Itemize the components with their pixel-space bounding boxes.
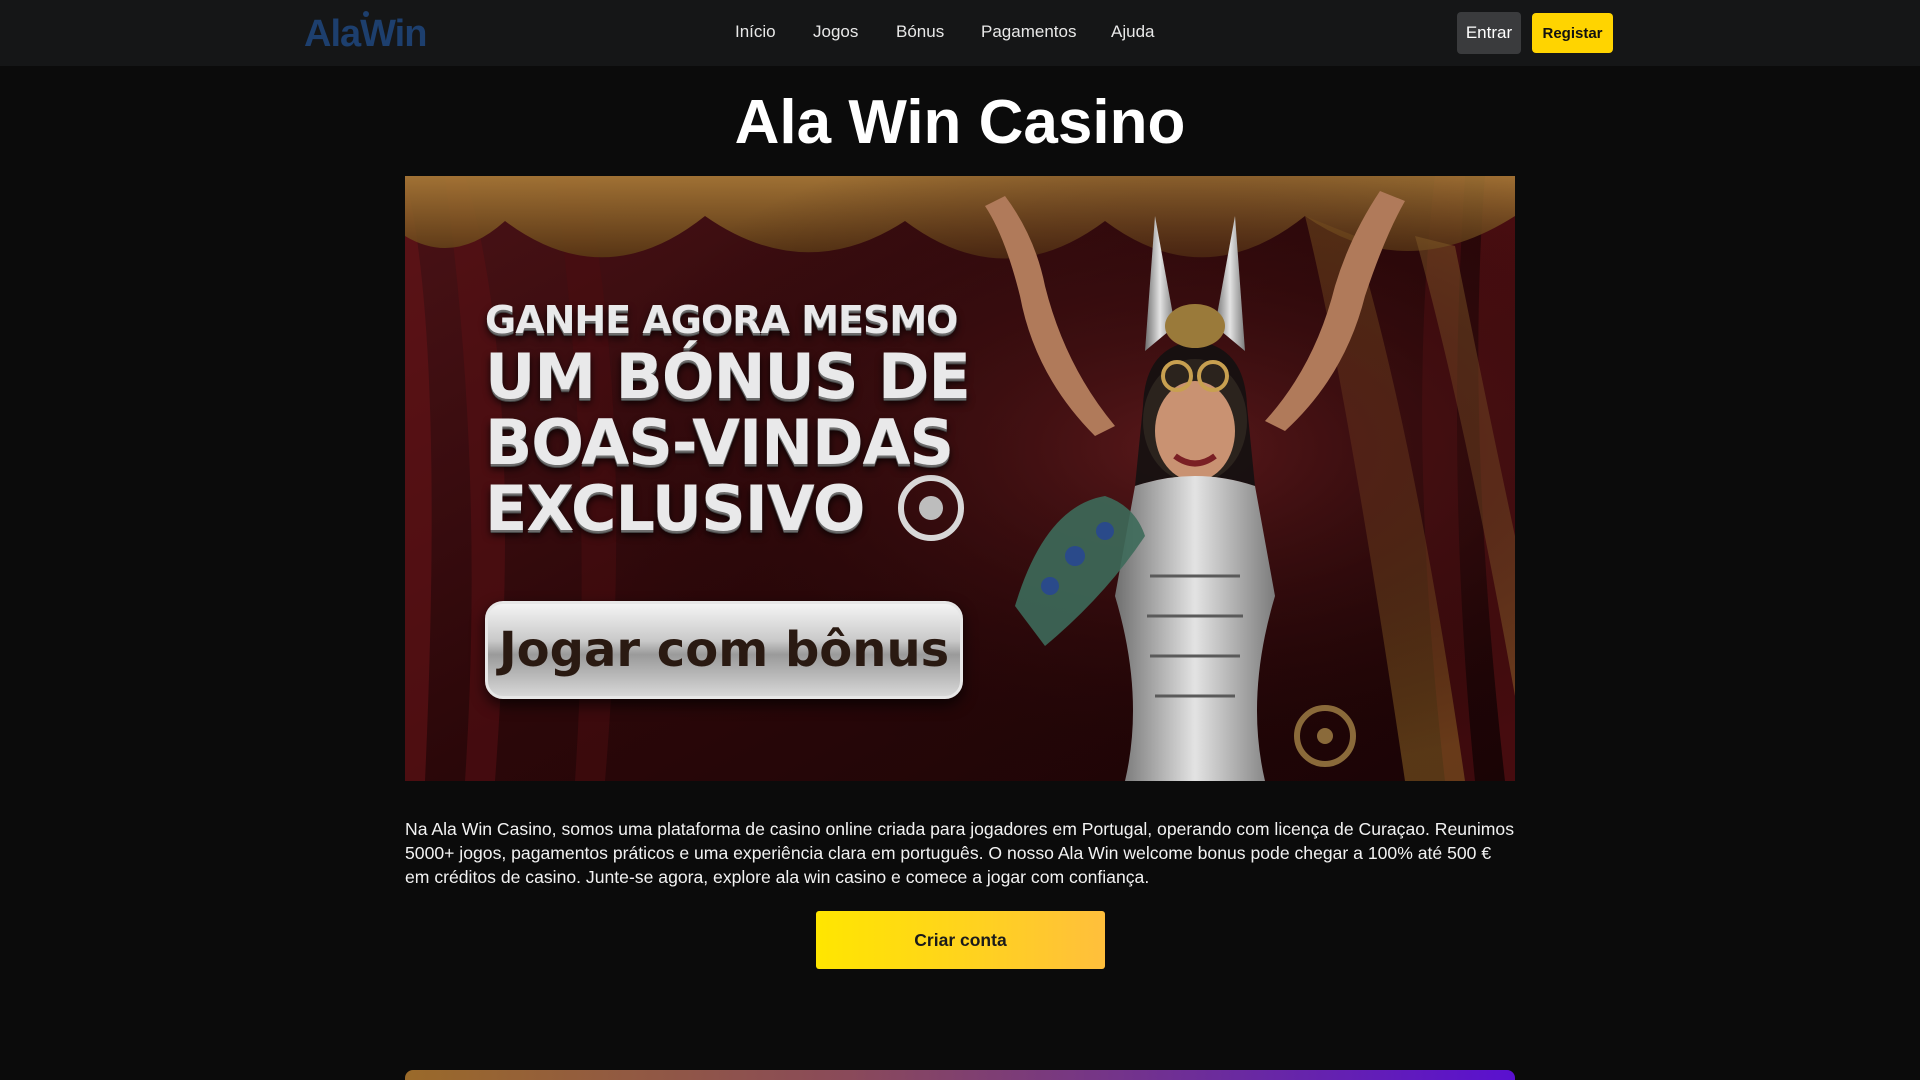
banner-headline-line3: BOAS-VINDAS — [485, 406, 954, 479]
promo-banner[interactable]: GANHE AGORA MESMO UM BÓNUS DE BOAS-VINDA… — [405, 176, 1515, 781]
nav-link-bonus[interactable]: Bónus — [896, 22, 944, 42]
nav-link-ajuda[interactable]: Ajuda — [1111, 22, 1154, 42]
create-account-button[interactable]: Criar conta — [816, 911, 1105, 969]
nav-link-pagamentos[interactable]: Pagamentos — [981, 22, 1076, 42]
banner-headline-line4: EXCLUSIVO — [485, 472, 865, 545]
alawin-logo[interactable]: AlaWin — [304, 11, 427, 55]
page-title: Ala Win Casino — [734, 88, 1186, 157]
login-button[interactable]: Entrar — [1457, 12, 1521, 54]
top-navigation-bar: AlaWin Início Jogos Bónus Pagamentos Aju… — [0, 0, 1920, 66]
banner-headline-line1: GANHE AGORA MESMO — [485, 298, 958, 342]
register-button[interactable]: Registar — [1532, 13, 1613, 53]
banner-headline-line2: UM BÓNUS DE — [485, 340, 971, 413]
nav-link-jogos[interactable]: Jogos — [813, 22, 858, 42]
banner-headline: GANHE AGORA MESMO UM BÓNUS DE BOAS-VINDA… — [485, 296, 985, 542]
intro-paragraph: Na Ala Win Casino, somos uma plataforma … — [405, 819, 1514, 887]
next-section-banner-edge — [405, 1070, 1515, 1080]
logo-dot — [363, 11, 369, 17]
logo-text: AlaWin — [304, 13, 427, 55]
nav-link-inicio[interactable]: Início — [735, 22, 776, 42]
play-with-bonus-button[interactable]: Jogar com bônus — [485, 601, 963, 699]
